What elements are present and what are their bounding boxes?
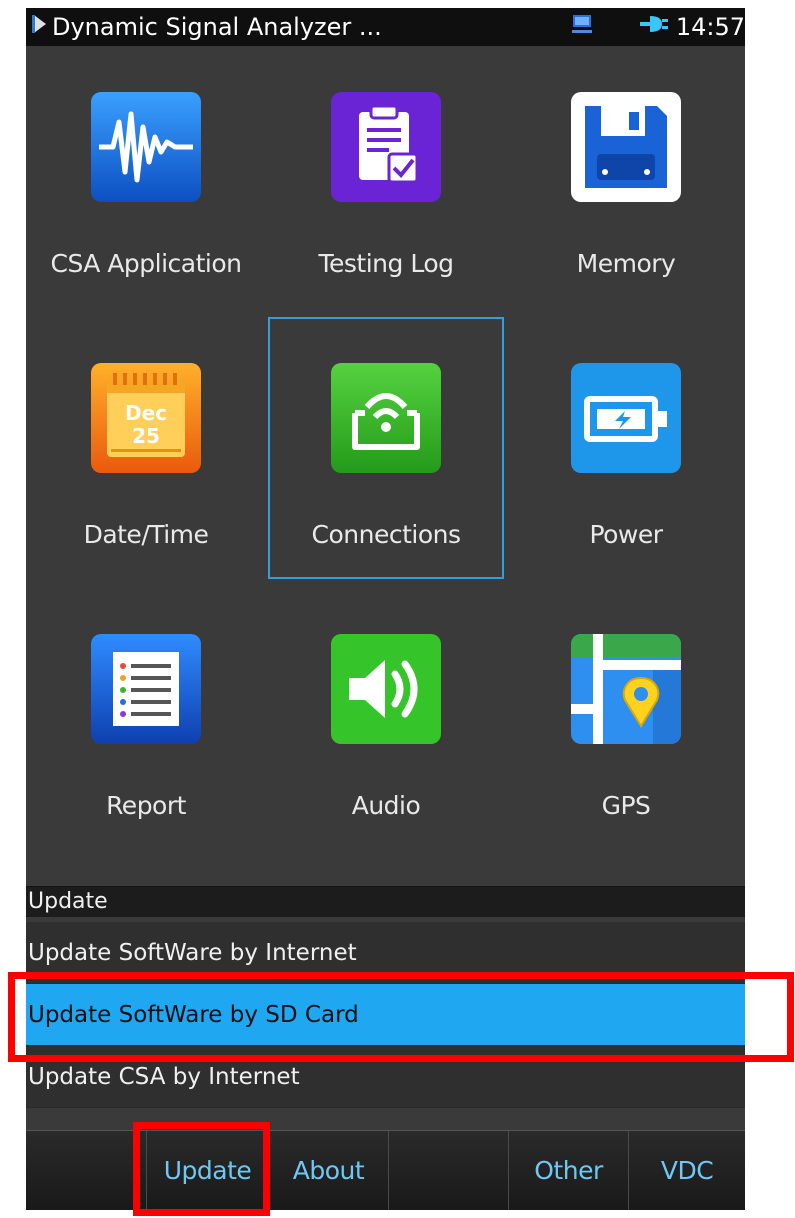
- status-indicators: 14:57: [570, 13, 745, 41]
- app-tile-testing-log[interactable]: Testing Log: [268, 46, 504, 308]
- app-label: Connections: [311, 520, 461, 549]
- tab-vdc[interactable]: VDC: [628, 1131, 745, 1210]
- menu-list: Update SoftWare by Internet Update SoftW…: [26, 922, 745, 1108]
- app-label: Power: [589, 520, 663, 549]
- app-label: Report: [106, 791, 186, 820]
- map-pin-icon: [571, 634, 681, 744]
- tab-about[interactable]: About: [268, 1131, 388, 1210]
- app-label: Date/Time: [83, 520, 209, 549]
- network-icon: [570, 12, 594, 42]
- menu-header: Update: [26, 886, 745, 917]
- app-label: CSA Application: [50, 249, 242, 278]
- tab-empty-2[interactable]: [388, 1131, 508, 1210]
- calendar-icon: Dec 25: [91, 363, 201, 473]
- app-title: Dynamic Signal Analyzer ...: [52, 13, 382, 41]
- app-label: GPS: [601, 791, 651, 820]
- menu-item-update-software-internet[interactable]: Update SoftWare by Internet: [26, 922, 745, 984]
- app-tile-audio[interactable]: Audio: [268, 588, 504, 850]
- app-tile-report[interactable]: Report: [28, 588, 264, 850]
- app-tile-power[interactable]: Power: [508, 317, 744, 579]
- clock: 14:57: [675, 13, 745, 41]
- menu-item-update-software-sd-card[interactable]: Update SoftWare by SD Card: [26, 984, 745, 1046]
- bottom-tab-bar: Update About Other VDC: [26, 1130, 745, 1210]
- device-screen: Dynamic Signal Analyzer ... 14:57 CSA Ap…: [26, 8, 745, 1210]
- app-tile-csa-application[interactable]: CSA Application: [28, 46, 264, 308]
- app-tile-date-time[interactable]: Dec 25 Date/Time: [28, 317, 264, 579]
- tab-update[interactable]: Update: [146, 1131, 268, 1210]
- menu-header-label: Update: [28, 889, 108, 914]
- clipboard-check-icon: [331, 92, 441, 202]
- status-title-group: Dynamic Signal Analyzer ...: [32, 13, 382, 41]
- calendar-month: Dec: [125, 401, 167, 425]
- tab-other[interactable]: Other: [508, 1131, 628, 1210]
- app-tile-connections[interactable]: Connections: [268, 317, 504, 579]
- battery-icon: [571, 363, 681, 473]
- menu-item-update-csa-internet[interactable]: Update CSA by Internet: [26, 1046, 745, 1108]
- report-list-icon: [91, 634, 201, 744]
- app-tile-memory[interactable]: Memory: [508, 46, 744, 308]
- wifi-tablet-icon: [331, 363, 441, 473]
- waveform-icon: [91, 92, 201, 202]
- floppy-disk-icon: [571, 92, 681, 202]
- status-bar: Dynamic Signal Analyzer ... 14:57: [26, 8, 745, 46]
- app-grid: CSA Application Testing Log Memory Dec 2…: [26, 46, 745, 866]
- play-triangle-icon: [32, 13, 48, 41]
- tab-empty-1[interactable]: [26, 1131, 146, 1210]
- speaker-icon: [331, 634, 441, 744]
- app-label: Audio: [351, 791, 421, 820]
- app-label: Testing Log: [318, 249, 455, 278]
- app-tile-gps[interactable]: GPS: [508, 588, 744, 850]
- plug-icon: [638, 13, 668, 41]
- calendar-day: 25: [132, 424, 160, 448]
- app-label: Memory: [576, 249, 676, 278]
